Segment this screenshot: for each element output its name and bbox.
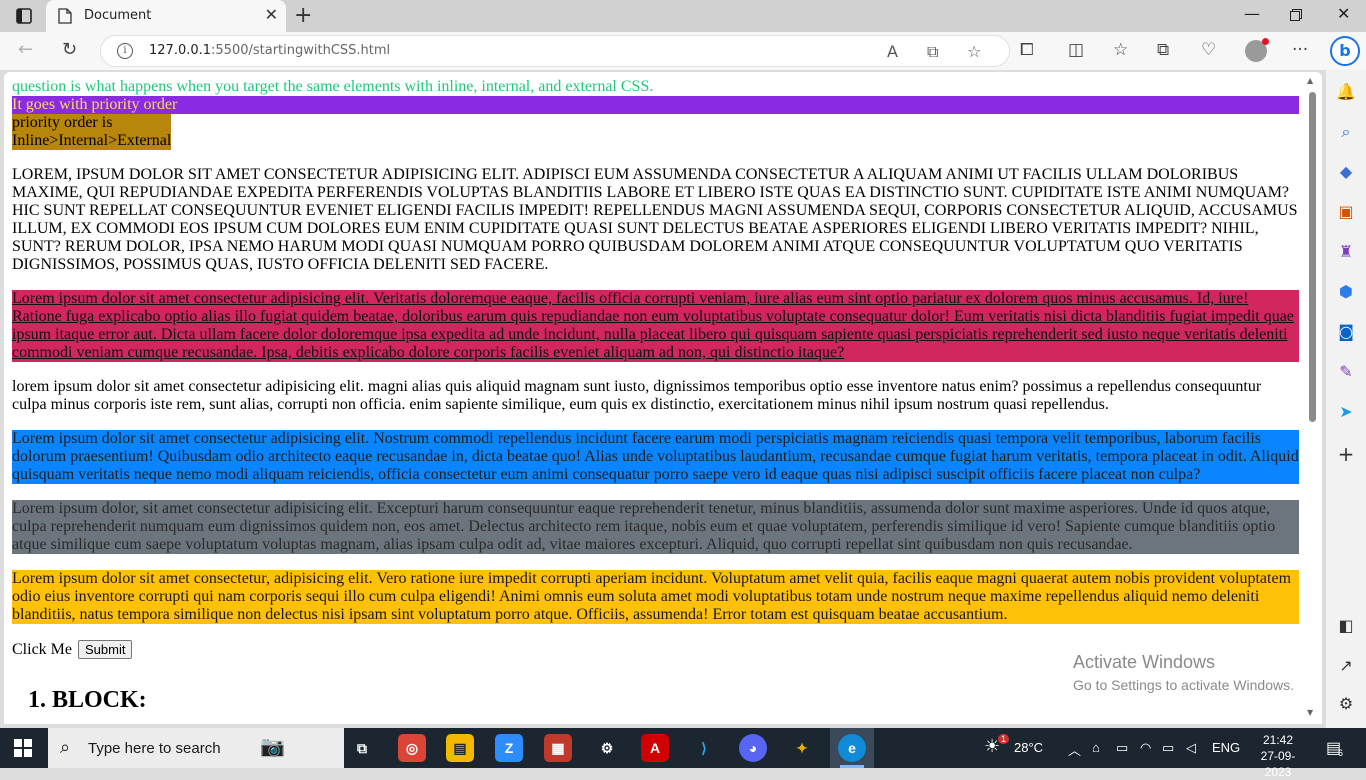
priority-line-2: Inline>Internal>External [12,132,172,149]
wifi-icon[interactable]: ◠ [1140,740,1151,756]
office-icon[interactable]: ⬢ [1336,282,1356,302]
shopping-icon[interactable]: ◆ [1336,162,1356,182]
click-label: Click Me [12,641,72,658]
chrome-icon[interactable]: ◎ [398,734,426,762]
document-icon [58,8,72,24]
refresh-icon[interactable]: ↻ [62,40,77,60]
tab-title: Document [84,8,152,23]
url-host: 127.0.0.1 [149,43,212,58]
scroll-up-icon[interactable]: ▲ [1307,76,1313,85]
tools-icon[interactable]: ▣ [1336,202,1356,222]
settings-icon[interactable]: ⚙ [593,734,621,762]
windows-taskbar: ⌕ Type here to search 📷 ⧉ ◎ ▤ Z ▦ ⚙ A ⟩ … [0,728,1366,779]
windows-start-icon[interactable] [14,739,32,757]
paragraph-yellow: Lorem ipsum dolor sit amet consectetur, … [12,570,1299,624]
open-external-icon[interactable]: ↗ [1336,656,1356,676]
paragraph-green: question is what happens when you target… [12,78,654,95]
battery-icon[interactable]: ▭ [1162,740,1174,756]
task-view-icon[interactable]: ⧉ [348,734,376,762]
screen-icon[interactable]: ▭ [1116,740,1128,756]
weather-badge: 1 [998,734,1010,744]
page-viewport: question is what happens when you target… [4,72,1322,724]
sidebar-toggle-icon[interactable]: ◧ [1336,616,1356,636]
page-content: question is what happens when you target… [12,78,1299,714]
profile-notification-dot [1262,38,1269,45]
activate-windows-watermark: Activate Windows Go to Settings to activ… [1073,652,1294,693]
paragraph-purple: It goes with priority order [12,96,1299,114]
language-indicator[interactable]: ENG [1212,740,1240,755]
paragraph-grey: Lorem ipsum dolor, sit amet consectetur … [12,500,1299,554]
minimize-icon[interactable]: — [1244,4,1260,23]
scroll-down-icon[interactable]: ▼ [1307,708,1313,717]
discord-icon[interactable]: ◕ [739,734,767,762]
priority-line-1: priority order is [12,114,113,131]
plus-icon[interactable]: + [294,5,312,27]
watermark-subtitle: Go to Settings to activate Windows. [1073,677,1294,693]
tab-strip: Document ✕ + — ✕ [0,0,1366,32]
clock-time: 21:42 [1262,733,1294,747]
send-icon[interactable]: ➤ [1336,402,1356,422]
search-icon: ⌕ [60,737,71,757]
navigation-bar: ← ↻ i 127.0.0.1:5500/startingwithCSS.htm… [0,32,1366,70]
more-icon[interactable]: ··· [1292,41,1308,59]
edge-sidebar: 🔔 ⌕ ◆ ▣ ♜ ⬢ ◙ ✎ ➤ + ◧ ↗ ⚙ [1326,70,1366,728]
extensions-icon[interactable]: ⧠ [1020,41,1034,59]
info-icon[interactable]: i [117,43,133,59]
maximize-icon[interactable] [1290,9,1302,21]
acrobat-icon[interactable]: A [641,734,669,762]
notification-count: 6 [1338,748,1344,758]
browser-tab[interactable]: Document ✕ [46,0,286,32]
app-available-icon[interactable]: ⧉ [927,42,938,62]
winrar-icon[interactable]: ▦ [544,734,572,762]
edge-icon[interactable]: e [838,734,866,762]
paragraph-crimson: Lorem ipsum dolor sit amet consectetur a… [12,290,1299,362]
bell-icon[interactable]: 🔔 [1336,82,1356,102]
chevron-up-icon[interactable]: ︿ [1068,740,1081,759]
taskbar-search[interactable]: ⌕ Type here to search 📷 [48,728,344,768]
url-path: :5500/startingwithCSS.html [211,43,391,58]
split-screen-icon[interactable]: ◫ [1068,41,1084,59]
paragraph-blue: Lorem ipsum dolor sit amet consectetur a… [12,430,1299,484]
settings-icon[interactable]: ⚙ [1336,694,1356,714]
collections-icon[interactable]: ⧉ [1157,41,1169,59]
browser-essentials-icon[interactable]: ♡ [1201,41,1216,59]
favorites-icon[interactable]: ☆ [1113,41,1128,59]
search-icon[interactable]: ⌕ [1336,122,1356,142]
favorite-icon[interactable]: ☆ [967,42,981,61]
search-placeholder: Type here to search [88,740,221,757]
close-icon[interactable]: ✕ [265,7,278,23]
designer-icon[interactable]: ✎ [1336,362,1356,382]
volume-icon[interactable]: ◁ [1186,740,1196,756]
back-icon[interactable]: ← [18,40,33,60]
submit-button[interactable]: Submit [78,640,133,659]
weather-temp[interactable]: 28°C [1014,740,1043,755]
bing-copilot-icon[interactable]: b [1330,36,1360,66]
paragraph-uppercase: Lorem, ipsum dolor sit amet consectetur … [12,166,1298,273]
scrollbar-thumb[interactable] [1309,92,1316,422]
tab-actions-icon[interactable] [12,5,36,27]
close-icon[interactable]: ✕ [1337,4,1350,23]
add-icon[interactable]: + [1336,444,1356,464]
outlook-icon[interactable]: ◙ [1336,322,1356,342]
file-explorer-icon[interactable]: ▤ [446,734,474,762]
games-icon[interactable]: ♜ [1336,242,1356,262]
priority-box: priority order is Inline>Internal>Extern… [12,114,172,150]
page-scrollbar[interactable]: ▲ ▼ [1306,76,1318,720]
paragraph-lowercase: lorem ipsum dolor sit amet consectetur a… [12,378,1262,413]
url-text[interactable]: 127.0.0.1:5500/startingwithCSS.html [149,43,390,58]
read-aloud-icon[interactable]: A [887,42,898,61]
gitkraken-icon[interactable]: ✦ [788,734,816,762]
zoom-icon[interactable]: Z [495,734,523,762]
address-bar[interactable]: i 127.0.0.1:5500/startingwithCSS.html A … [100,35,1010,67]
clock-date: 27-09-2023 [1260,749,1296,779]
clock[interactable]: 21:42 27-09-2023 [1248,732,1308,780]
watermark-title: Activate Windows [1073,652,1216,672]
meet-now-icon[interactable]: ⌂ [1092,740,1100,755]
vscode-icon[interactable]: ⟩ [690,734,718,762]
search-highlight-icon: 📷 [260,736,285,758]
